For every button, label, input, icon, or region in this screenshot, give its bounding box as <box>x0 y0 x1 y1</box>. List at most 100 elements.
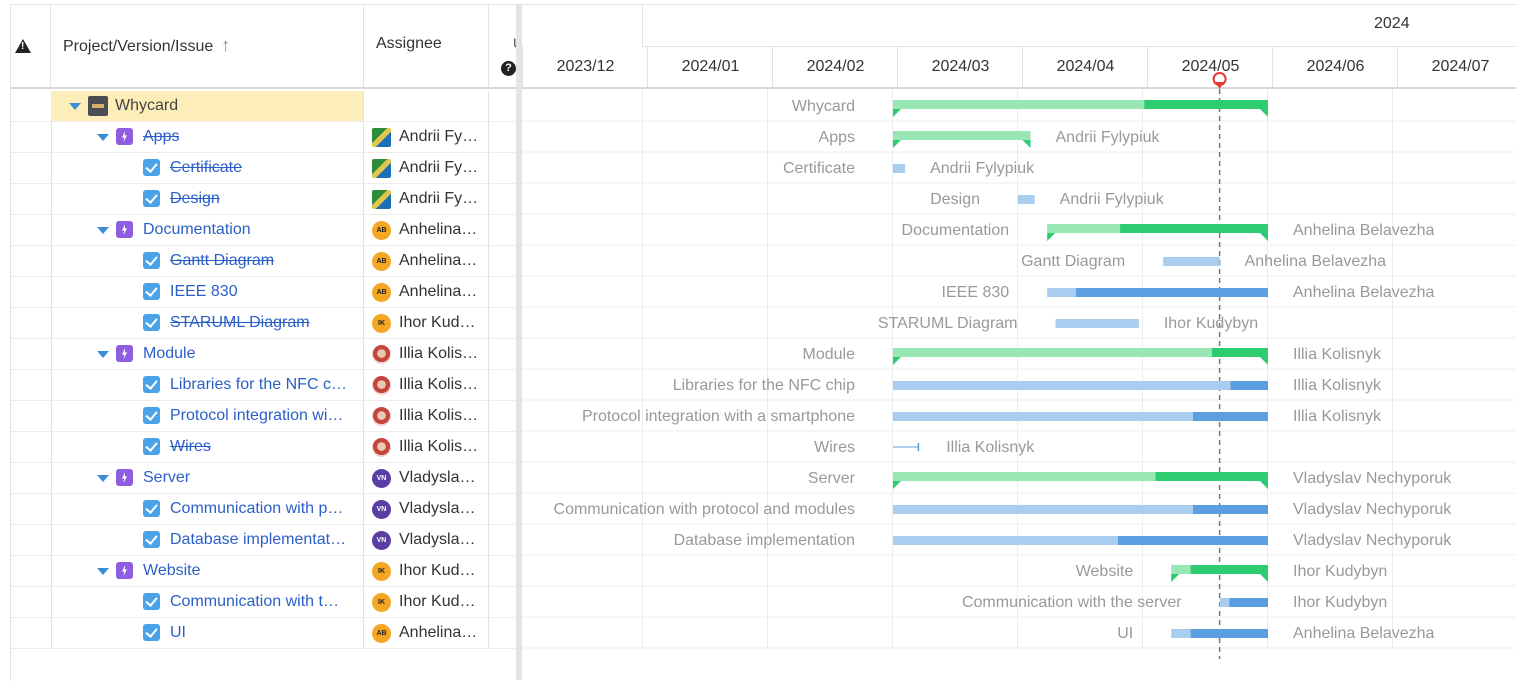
collapse-caret-icon[interactable] <box>97 227 109 234</box>
assignee-cell[interactable]: Andrii Fy… <box>364 184 489 214</box>
avatar <box>372 407 391 426</box>
task-checkbox-icon <box>143 531 160 548</box>
name-cell[interactable]: Documentation <box>51 215 364 245</box>
table-row[interactable]: Libraries for the NFC c… Illia Kolis… <box>11 370 517 401</box>
assignee-cell[interactable]: IK Ihor Kud… <box>364 308 489 338</box>
table-row[interactable]: Server VN Vladysla… <box>11 463 517 494</box>
assignee-cell[interactable] <box>364 91 489 121</box>
table-row[interactable]: Database implementat… VN Vladysla… <box>11 525 517 556</box>
epic-end-marker <box>1260 481 1268 489</box>
assignee-cell[interactable]: VN Vladysla… <box>364 494 489 524</box>
table-row[interactable]: Design Andrii Fy… <box>11 184 517 215</box>
avatar: IK <box>372 593 391 612</box>
issue-name[interactable]: Module <box>143 345 195 363</box>
table-row[interactable]: Documentation AB Anhelina… <box>11 215 517 246</box>
table-row[interactable]: Communication with t… IK Ihor Kud… <box>11 587 517 618</box>
assignee-column-header[interactable]: Assignee <box>364 5 489 89</box>
assignee-cell[interactable]: Illia Kolis… <box>364 339 489 369</box>
table-row[interactable]: Apps Andrii Fy… <box>11 122 517 153</box>
issue-name[interactable]: IEEE 830 <box>170 283 238 301</box>
name-cell[interactable]: Server <box>51 463 364 493</box>
issue-name[interactable]: Communication with t… <box>170 593 339 611</box>
name-column-header[interactable]: Project/Version/Issue ↑ <box>51 5 364 89</box>
name-cell[interactable]: Module <box>51 339 364 369</box>
name-cell[interactable]: IEEE 830 <box>51 277 364 307</box>
name-cell[interactable]: Database implementat… <box>51 525 364 555</box>
name-cell[interactable]: Certificate <box>51 153 364 183</box>
table-row[interactable]: Certificate Andrii Fy… <box>11 153 517 184</box>
issue-name[interactable]: Documentation <box>143 221 251 239</box>
table-row[interactable]: Communication with p… VN Vladysla… <box>11 494 517 525</box>
issue-name[interactable]: Whycard <box>115 97 178 115</box>
issue-name[interactable]: Apps <box>143 128 179 146</box>
epic-start-marker <box>1047 233 1056 241</box>
issue-name[interactable]: Gantt Diagram <box>170 252 274 270</box>
gantt-bar-label: STARUML Diagram <box>878 315 1018 332</box>
table-row[interactable]: Wires Illia Kolis… <box>11 432 517 463</box>
name-cell[interactable]: Protocol integration wi… <box>51 401 364 431</box>
name-cell[interactable]: Apps <box>51 122 364 152</box>
assignee-name: Vladysla… <box>399 469 476 486</box>
name-cell[interactable]: Whycard <box>51 91 364 121</box>
task-checkbox-icon <box>143 438 160 455</box>
name-cell[interactable]: Design <box>51 184 364 214</box>
assignee-name: Andrii Fy… <box>399 128 479 145</box>
table-row[interactable]: Module Illia Kolis… <box>11 339 517 370</box>
collapse-caret-icon[interactable] <box>97 351 109 358</box>
assignee-cell[interactable]: AB Anhelina… <box>364 618 489 648</box>
issue-name[interactable]: Certificate <box>170 159 242 177</box>
table-row[interactable]: Gantt Diagram AB Anhelina… <box>11 246 517 277</box>
epic-start-marker <box>893 140 901 148</box>
assignee-cell[interactable]: IK Ihor Kud… <box>364 587 489 617</box>
u-column-header[interactable]: U? <box>489 5 517 89</box>
assignee-cell[interactable]: Andrii Fy… <box>364 153 489 183</box>
assignee-cell[interactable]: Illia Kolis… <box>364 370 489 400</box>
issue-name[interactable]: UI <box>170 624 186 642</box>
help-icon[interactable]: ? <box>501 61 516 76</box>
assignee-cell[interactable]: AB Anhelina… <box>364 246 489 276</box>
warning-column-header[interactable] <box>11 5 51 89</box>
assignee-cell[interactable]: IK Ihor Kud… <box>364 556 489 586</box>
warning-cell <box>11 91 52 121</box>
gantt-bar-remaining <box>1155 472 1268 481</box>
assignee-cell[interactable]: AB Anhelina… <box>364 215 489 245</box>
issue-name[interactable]: Database implementat… <box>170 531 346 549</box>
issue-name[interactable]: Design <box>170 190 220 208</box>
arrow-up-icon[interactable]: ↑ <box>221 35 230 56</box>
issue-name[interactable]: STARUML Diagram <box>170 314 310 332</box>
assignee-cell[interactable]: VN Vladysla… <box>364 525 489 555</box>
collapse-caret-icon[interactable] <box>97 568 109 575</box>
collapse-caret-icon[interactable] <box>97 134 109 141</box>
name-cell[interactable]: STARUML Diagram <box>51 308 364 338</box>
issue-name[interactable]: Website <box>143 562 201 580</box>
issue-name[interactable]: Libraries for the NFC c… <box>170 376 347 394</box>
assignee-cell[interactable]: Andrii Fy… <box>364 122 489 152</box>
name-cell[interactable]: Website <box>51 556 364 586</box>
avatar <box>372 159 391 178</box>
issue-name[interactable]: Server <box>143 469 190 487</box>
issue-name[interactable]: Wires <box>170 438 211 456</box>
table-row[interactable]: STARUML Diagram IK Ihor Kud… <box>11 308 517 339</box>
collapse-caret-icon[interactable] <box>69 103 81 110</box>
assignee-cell[interactable]: Illia Kolis… <box>364 401 489 431</box>
table-row[interactable]: Whycard <box>11 91 517 122</box>
assignee-cell[interactable]: Illia Kolis… <box>364 432 489 462</box>
assignee-name: Andrii Fy… <box>399 159 479 176</box>
name-cell[interactable]: Gantt Diagram <box>51 246 364 276</box>
name-cell[interactable]: UI <box>51 618 364 648</box>
table-row[interactable]: Protocol integration wi… Illia Kolis… <box>11 401 517 432</box>
table-row[interactable]: Website IK Ihor Kud… <box>11 556 517 587</box>
table-row[interactable]: UI AB Anhelina… <box>11 618 517 649</box>
table-row[interactable]: IEEE 830 AB Anhelina… <box>11 277 517 308</box>
name-cell[interactable]: Libraries for the NFC c… <box>51 370 364 400</box>
gantt-assignee-label: Andrii Fylypiuk <box>1060 191 1165 208</box>
assignee-cell[interactable]: VN Vladysla… <box>364 463 489 493</box>
name-cell[interactable]: Wires <box>51 432 364 462</box>
name-cell[interactable]: Communication with p… <box>51 494 364 524</box>
issue-name[interactable]: Protocol integration wi… <box>170 407 343 425</box>
assignee-cell[interactable]: AB Anhelina… <box>364 277 489 307</box>
collapse-caret-icon[interactable] <box>97 475 109 482</box>
gantt-bar-progress <box>893 412 1193 421</box>
issue-name[interactable]: Communication with p… <box>170 500 343 518</box>
name-cell[interactable]: Communication with t… <box>51 587 364 617</box>
